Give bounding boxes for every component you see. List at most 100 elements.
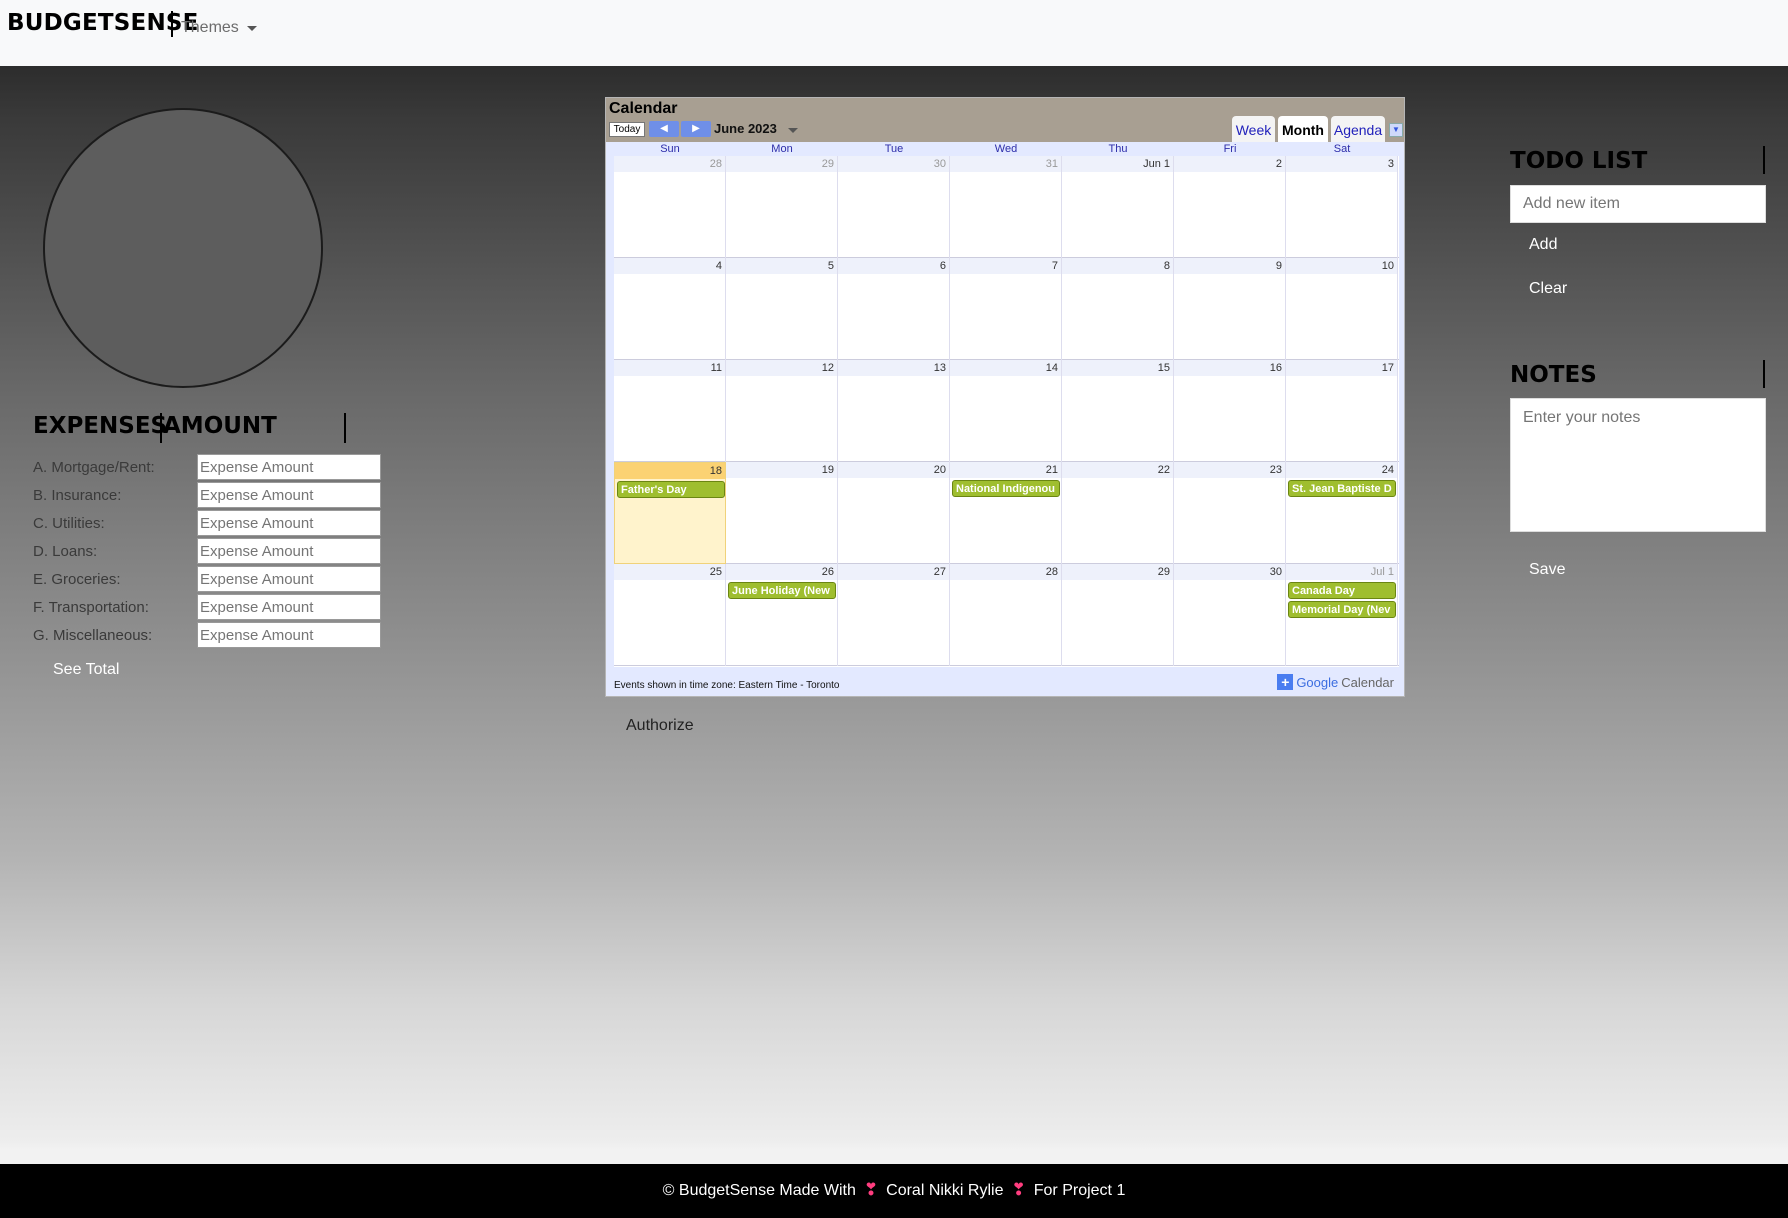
day-number: 31 [1045,158,1058,170]
loans-amount-input[interactable] [197,538,381,564]
utilities-amount-input[interactable] [197,510,381,536]
calendar-day[interactable]: 6 [838,258,950,360]
event-chip[interactable]: National Indigenou [952,480,1060,497]
event-chip[interactable]: Father's Day [617,481,725,498]
calendar-day[interactable]: 30 [838,156,950,258]
groceries-amount-input[interactable] [197,566,381,592]
calendar-day[interactable]: 23 [1174,462,1286,564]
next-month-button[interactable]: ▶ [681,121,711,137]
notes-heading: NOTES [1510,362,1597,388]
insurance-amount-input[interactable] [197,482,381,508]
month-picker-chevron-icon[interactable] [788,128,798,133]
calendar-wordmark: Calendar [1341,674,1394,690]
save-button[interactable]: Save [1529,561,1565,579]
calendar-day[interactable]: 19 [726,462,838,564]
see-total-button[interactable]: See Total [53,661,119,679]
day-number: 30 [933,158,946,170]
day-number: 22 [1157,464,1170,476]
event-chip[interactable]: June Holiday (New [728,582,836,599]
calendar-day[interactable]: 3 [1286,156,1398,258]
clear-button[interactable]: Clear [1529,280,1567,298]
themes-dropdown[interactable]: Themes [181,19,257,37]
footer-authors: Coral Nikki Rylie [886,1182,1004,1199]
tab-month[interactable]: Month [1278,116,1328,142]
expense-label: F. Transportation: [33,598,149,616]
brand-logo[interactable]: BUDGETSENSE [7,10,199,36]
chevron-down-icon [246,25,257,31]
today-button[interactable]: Today [609,122,645,137]
calendar-day[interactable]: 15 [1062,360,1174,462]
todo-input[interactable] [1510,185,1766,223]
footer-project: For Project 1 [1033,1182,1126,1199]
google-calendar-embed: Calendar Today ◀ ▶ June 2023 Week Month … [605,97,1405,697]
calendar-day[interactable]: 21 National Indigenou [950,462,1062,564]
calendar-day[interactable]: 12 [726,360,838,462]
tab-agenda[interactable]: Agenda [1331,116,1385,142]
day-number: 6 [939,260,946,272]
event-chip[interactable]: Memorial Day (Nev [1288,601,1396,618]
calendar-day[interactable]: 10 [1286,258,1398,360]
calendar-day[interactable]: 30 [1174,564,1286,666]
calendar-day[interactable]: 11 [614,360,726,462]
calendar-day[interactable]: 29 [1062,564,1174,666]
calendar-day[interactable]: 31 [950,156,1062,258]
mortgage-amount-input[interactable] [197,454,381,480]
expense-row-loans: D. Loans: [33,538,381,564]
calendar-title: Calendar [609,100,678,117]
calendar-day[interactable]: 7 [950,258,1062,360]
day-number: 15 [1157,362,1170,374]
authorize-button[interactable]: Authorize [626,717,694,735]
prev-month-button[interactable]: ◀ [649,121,679,137]
notes-textarea[interactable] [1510,398,1766,532]
calendar-day[interactable]: 2 [1174,156,1286,258]
event-chip[interactable]: Canada Day [1288,582,1396,599]
calendar-day[interactable]: 20 [838,462,950,564]
expense-row-mortgage: A. Mortgage/Rent: [33,454,381,480]
current-month-label[interactable]: June 2023 [714,121,777,136]
day-number: 5 [827,260,834,272]
calendar-day[interactable]: 17 [1286,360,1398,462]
add-button[interactable]: Add [1529,236,1557,254]
calendar-day[interactable]: 28 [614,156,726,258]
day-number: 4 [715,260,722,272]
calendar-day[interactable]: 5 [726,258,838,360]
tab-week[interactable]: Week [1232,116,1275,142]
transportation-amount-input[interactable] [197,594,381,620]
calendar-day[interactable]: 25 [614,564,726,666]
weekday-header: Sun Mon Tue Wed Thu Fri Sat [614,142,1399,156]
view-menu-chevron-icon[interactable]: ▼ [1389,123,1403,137]
calendar-day[interactable]: 24 St. Jean Baptiste D [1286,462,1398,564]
expense-row-transportation: F. Transportation: [33,594,381,620]
day-number: 11 [710,362,722,374]
calendar-day[interactable]: 14 [950,360,1062,462]
calendar-day[interactable]: 26 June Holiday (New [726,564,838,666]
add-to-google-calendar-link[interactable]: + Google Calendar [1277,674,1394,690]
day-number: 26 [821,566,834,578]
expenses-heading: EXPENSES [33,413,168,439]
day-number: 3 [1387,158,1394,170]
day-number: 28 [709,158,722,170]
calendar-day[interactable]: 13 [838,360,950,462]
calendar-day[interactable]: 27 [838,564,950,666]
calendar-day[interactable]: 4 [614,258,726,360]
weekday-label: Sat [1333,143,1351,155]
calendar-day[interactable]: 9 [1174,258,1286,360]
weekday-label: Mon [771,143,793,155]
miscellaneous-amount-input[interactable] [197,622,381,648]
calendar-day[interactable]: 8 [1062,258,1174,360]
calendar-day[interactable]: Jun 1 [1062,156,1174,258]
day-number: 8 [1163,260,1170,272]
calendar-week: 4 5 6 7 8 9 10 [614,258,1399,360]
calendar-day[interactable]: 28 [950,564,1062,666]
expense-label: D. Loans: [33,542,98,560]
calendar-day[interactable]: Jul 1 Canada Day Memorial Day (Nev [1286,564,1398,666]
calendar-day[interactable]: 22 [1062,462,1174,564]
calendar-day-today[interactable]: 18 Father's Day [614,462,726,564]
event-chip[interactable]: St. Jean Baptiste D [1288,480,1396,497]
calendar-week: 11 12 13 14 15 16 17 [614,360,1399,462]
calendar-day[interactable]: 29 [726,156,838,258]
calendar-week: 28 29 30 31 Jun 1 2 3 [614,156,1399,258]
footer-text: © BudgetSense Made With [662,1182,856,1199]
day-number: 21 [1045,464,1058,476]
calendar-day[interactable]: 16 [1174,360,1286,462]
